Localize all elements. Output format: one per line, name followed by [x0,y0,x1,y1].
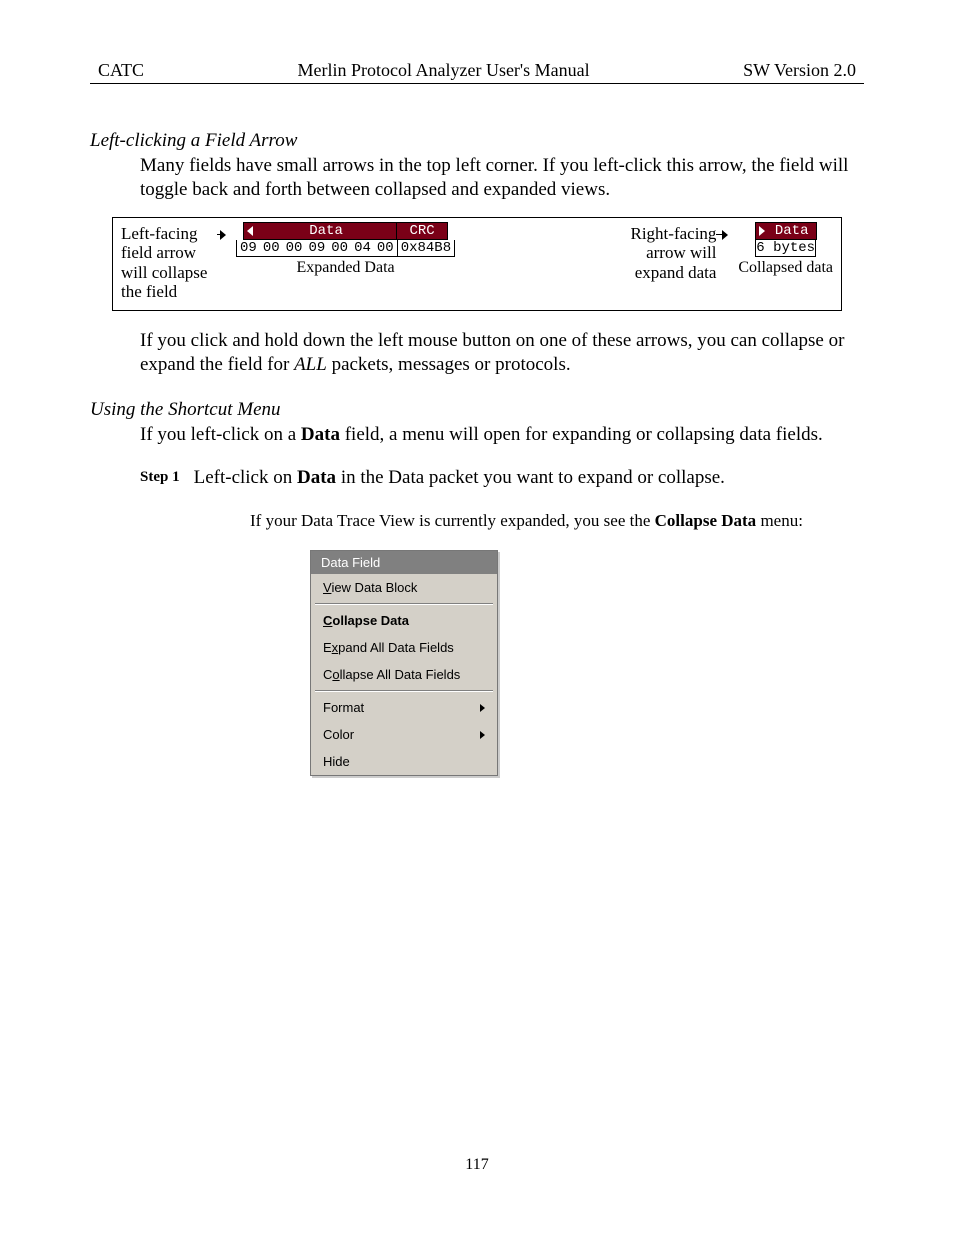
expanded-data-header[interactable]: Data CRC [243,222,448,240]
step-1: Step 1 Left-click on Data in the Data pa… [140,466,864,490]
expanded-data-widget: Data CRC 09 00 00 09 00 04 00 0x84B8 Exp… [236,222,455,277]
fig-left-annotation: Left-facing field arrow will collapse th… [121,224,226,302]
figure-box: Left-facing field arrow will collapse th… [112,217,842,311]
menu-item-collapse-all[interactable]: Collapse All Data Fields [311,661,497,688]
para-after-fig: If you click and hold down the left mous… [140,329,864,378]
crc-label: CRC [396,223,447,239]
section-title-2: Using the Shortcut Menu [90,399,864,421]
annotation-arrow-icon [716,230,728,240]
menu-separator [315,603,493,605]
collapsed-data-label: Data [768,223,816,239]
section1-para: Many fields have small arrows in the top… [140,154,864,203]
collapsed-caption: Collapsed data [738,259,833,277]
fig-right-annotation: Right-facing arrow will expand data [618,224,728,283]
step-body: Left-click on Data in the Data packet yo… [194,466,864,490]
expanded-data-label: Data [256,223,396,239]
menu-separator [315,690,493,692]
header-right: SW Version 2.0 [743,60,856,81]
menu-item-collapse-data[interactable]: Collapse Data [311,607,497,634]
step-label: Step 1 [140,466,180,486]
page-number: 117 [90,1156,864,1174]
collapsed-data-header[interactable]: Data [755,222,817,240]
menu-item-hide[interactable]: Hide [311,748,497,775]
section-title-1: Left-clicking a Field Arrow [90,130,864,152]
context-menu-title: Data Field [311,551,497,574]
menu-item-color[interactable]: Color [311,721,497,748]
context-menu: Data Field View Data Block Collapse Data… [310,550,498,776]
menu-item-view-data-block[interactable]: View Data Block [311,574,497,601]
submenu-arrow-icon [480,731,485,739]
expanded-caption: Expanded Data [296,259,394,277]
header-center: Merlin Protocol Analyzer User's Manual [297,60,589,81]
annotation-arrow-icon [217,230,226,240]
header-left: CATC [98,60,144,81]
menu-item-format[interactable]: Format [311,694,497,721]
submenu-arrow-icon [480,704,485,712]
menu-item-expand-all[interactable]: Expand All Data Fields [311,634,497,661]
page-header: CATC Merlin Protocol Analyzer User's Man… [90,60,864,84]
section2-para: If you left-click on a Data field, a men… [140,423,864,447]
step-subtext: If your Data Trace View is currently exp… [250,510,864,532]
crc-value: 0x84B8 [397,240,454,256]
collapse-arrow-icon[interactable] [244,223,256,239]
expand-arrow-icon[interactable] [756,223,768,239]
collapsed-bytes-value: 6 bytes [755,240,816,257]
collapsed-data-widget: Data 6 bytes Collapsed data [738,222,833,277]
expanded-data-bytes: 09 00 00 09 00 04 00 0x84B8 [236,240,455,257]
